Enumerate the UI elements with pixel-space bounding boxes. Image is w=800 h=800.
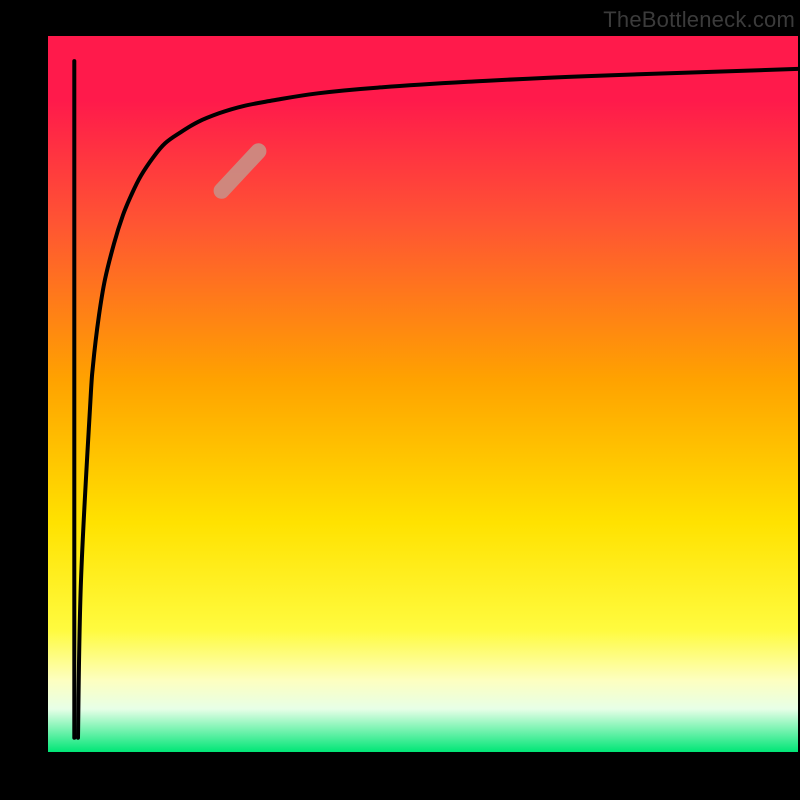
plot-area bbox=[48, 36, 798, 752]
curve-highlight bbox=[210, 140, 269, 202]
curve-overlay bbox=[48, 36, 798, 752]
chart-stage: TheBottleneck.com bbox=[0, 0, 800, 800]
series-bottleneck-curve bbox=[78, 69, 798, 738]
watermark-text: TheBottleneck.com bbox=[603, 7, 795, 33]
